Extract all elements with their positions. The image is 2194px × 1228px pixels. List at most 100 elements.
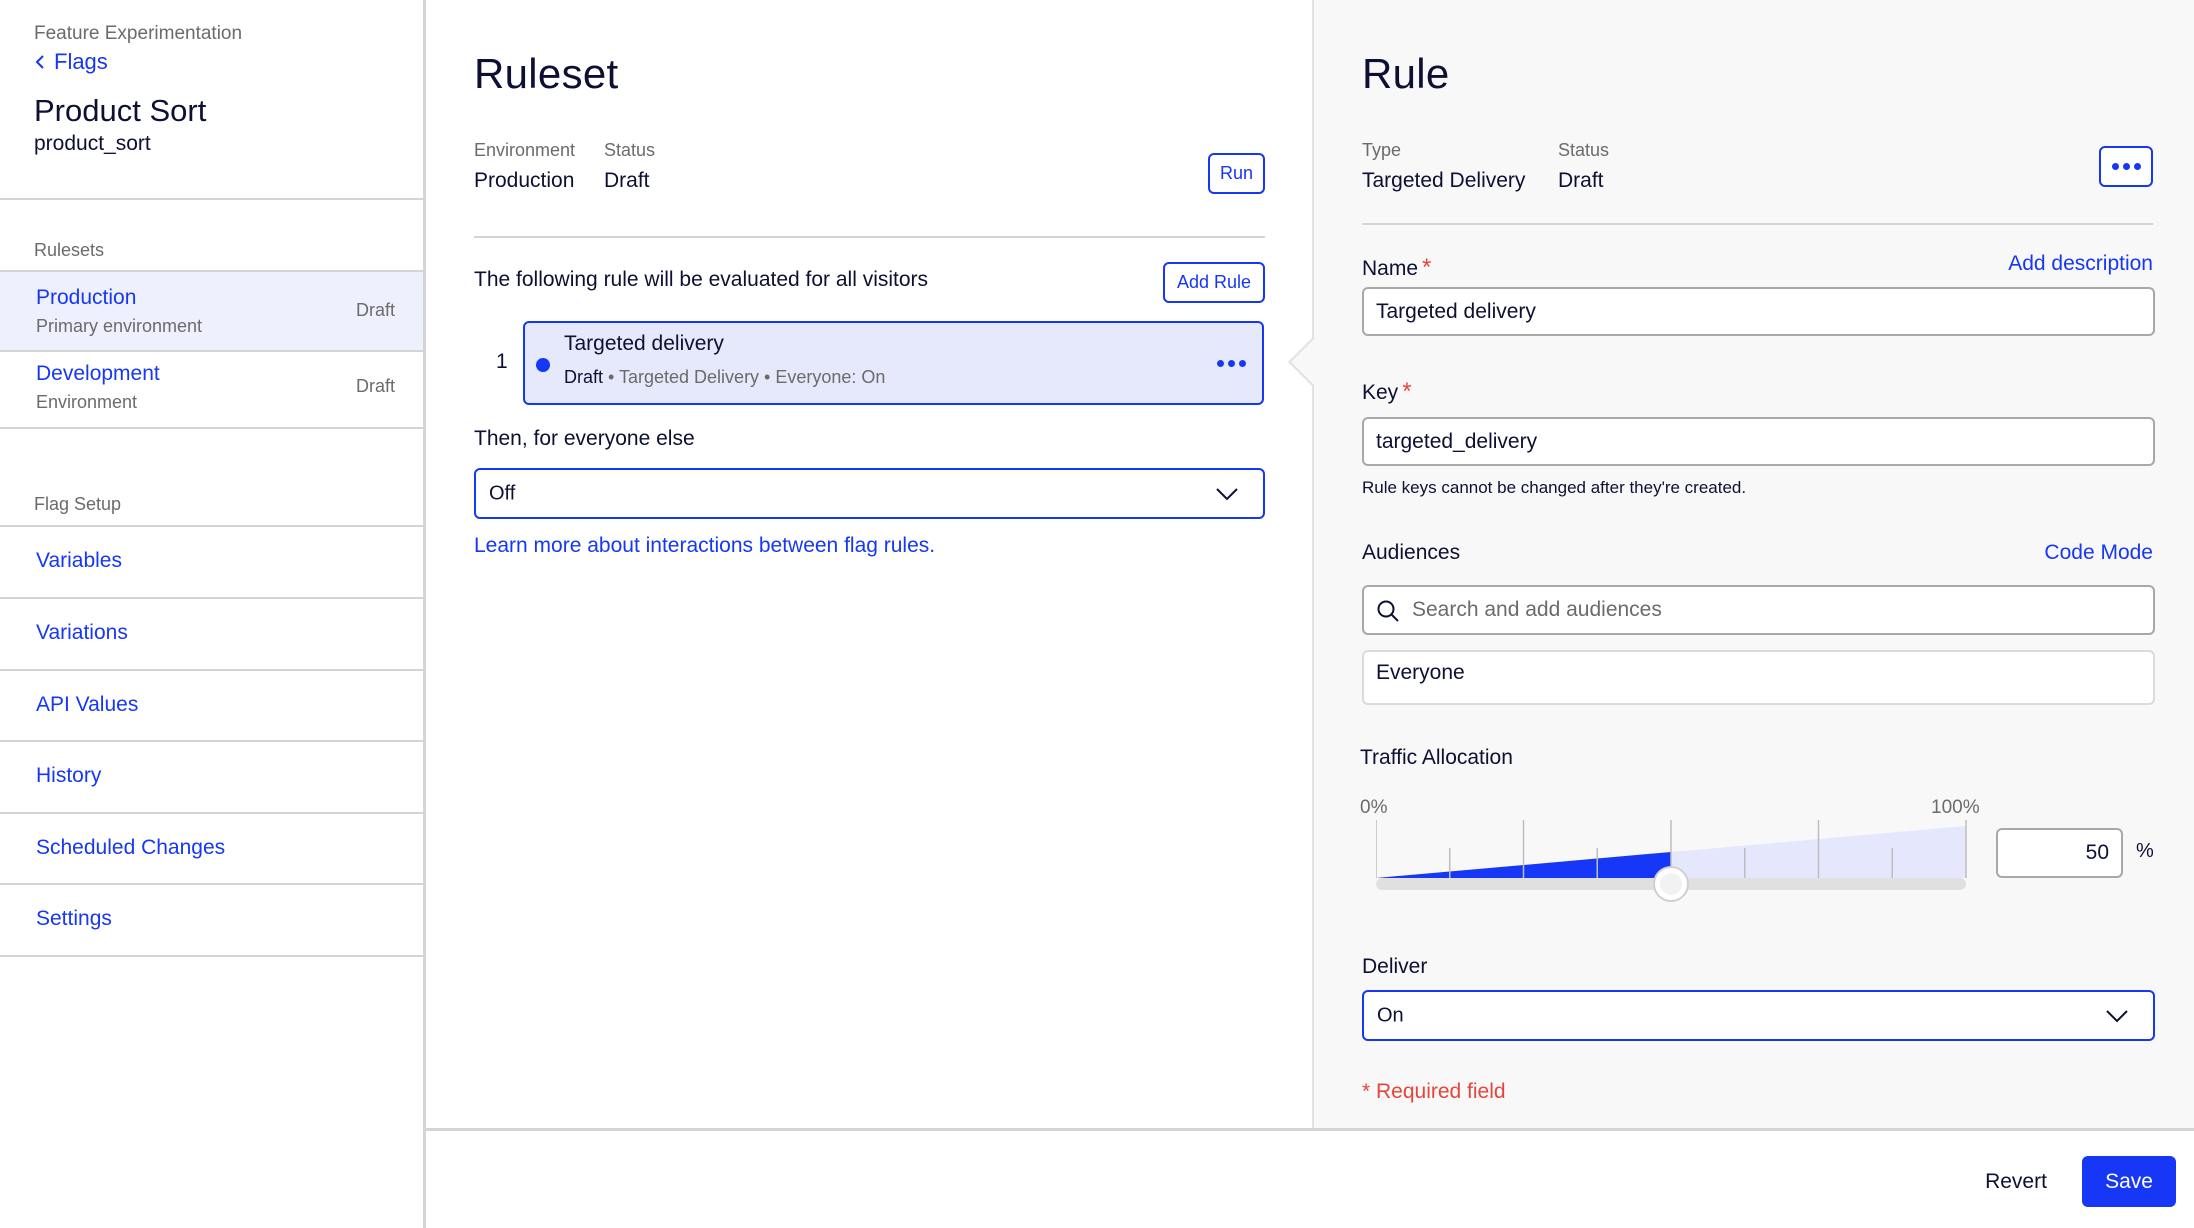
rule-index: 1 bbox=[496, 350, 508, 373]
type-label: Type bbox=[1362, 140, 1402, 160]
revert-button[interactable]: Revert bbox=[1966, 1157, 2066, 1207]
nav-label: Scheduled Changes bbox=[36, 836, 226, 859]
select-value: On bbox=[1377, 1004, 1404, 1026]
divider bbox=[474, 236, 1265, 238]
key-input[interactable] bbox=[1362, 417, 2155, 466]
sidebar-item-scheduled-changes[interactable]: Scheduled Changes bbox=[0, 814, 423, 884]
rule-more-button[interactable] bbox=[2099, 146, 2153, 187]
env-name: Production bbox=[36, 286, 137, 309]
ruleset-item-production[interactable]: Production Primary environment Draft bbox=[0, 272, 423, 350]
flag-title: Product Sort bbox=[34, 93, 207, 128]
add-rule-button[interactable]: Add Rule bbox=[1163, 262, 1265, 303]
sidebar: Feature Experimentation Flags Product So… bbox=[0, 0, 426, 1228]
rule-more-button[interactable] bbox=[1214, 351, 1248, 375]
rule-details: • Targeted Delivery • Everyone: On bbox=[603, 367, 886, 387]
learn-more-link[interactable]: Learn more about interactions between fl… bbox=[474, 534, 935, 558]
divider bbox=[1362, 223, 2153, 225]
flag-key: product_sort bbox=[34, 132, 151, 155]
traffic-max-label: 100% bbox=[1931, 797, 1980, 818]
more-dot-icon bbox=[1227, 359, 1235, 367]
product-name: Feature Experimentation bbox=[34, 23, 243, 44]
chevron-down-icon bbox=[2106, 1009, 2128, 1022]
traffic-slider[interactable] bbox=[1375, 820, 1976, 920]
sidebar-item-history[interactable]: History bbox=[0, 742, 423, 812]
nav-label: API Values bbox=[36, 693, 139, 716]
audience-item: Everyone bbox=[1376, 661, 1465, 684]
rule-name: Targeted delivery bbox=[564, 332, 724, 355]
chevron-down-icon bbox=[1216, 487, 1238, 500]
save-button[interactable]: Save bbox=[2082, 1156, 2176, 1207]
environment-label: Environment bbox=[474, 140, 576, 160]
sidebar-item-settings[interactable]: Settings bbox=[0, 885, 423, 955]
footer-bar: Revert Save bbox=[426, 1128, 2194, 1228]
everyone-else-select[interactable]: Off bbox=[474, 468, 1265, 519]
nav-label: Settings bbox=[36, 907, 112, 930]
status-label: Status bbox=[1558, 140, 1610, 160]
rule-card[interactable]: Targeted delivery Draft • Targeted Deliv… bbox=[523, 321, 1264, 405]
sidebar-item-api-values[interactable]: API Values bbox=[0, 671, 423, 741]
back-label: Flags bbox=[54, 49, 108, 74]
ruleset-title: Ruleset bbox=[474, 50, 619, 97]
traffic-min-label: 0% bbox=[1360, 797, 1388, 818]
audience-list: Everyone bbox=[1362, 650, 2155, 705]
back-to-flags-link[interactable]: Flags bbox=[34, 49, 108, 75]
sidebar-item-variables[interactable]: Variables bbox=[0, 527, 423, 597]
divider bbox=[0, 955, 423, 957]
deliver-label: Deliver bbox=[1362, 955, 1428, 978]
chevron-left-icon bbox=[35, 55, 44, 69]
rulesets-heading: Rulesets bbox=[34, 240, 105, 260]
status-value: Draft bbox=[1558, 169, 1604, 192]
add-description-link[interactable]: Add description bbox=[2008, 252, 2153, 276]
select-value: Off bbox=[489, 482, 516, 504]
env-subtitle: Environment bbox=[36, 392, 138, 412]
env-status: Draft bbox=[355, 376, 395, 396]
name-input[interactable] bbox=[1362, 287, 2155, 336]
more-dot-icon bbox=[2133, 163, 2141, 170]
status-label: Status bbox=[604, 140, 656, 160]
nav-label: Variables bbox=[36, 549, 122, 572]
rule-status: Draft bbox=[564, 367, 604, 387]
panel-pointer bbox=[1288, 336, 1315, 388]
traffic-slider-graphic bbox=[1375, 820, 1967, 902]
key-helper-text: Rule keys cannot be changed after they'r… bbox=[1362, 478, 1747, 497]
nav-label: History bbox=[36, 764, 102, 787]
more-dot-icon bbox=[2122, 163, 2130, 170]
flag-setup-heading: Flag Setup bbox=[34, 494, 122, 514]
type-value: Targeted Delivery bbox=[1362, 169, 1526, 192]
required-field-note: * Required field bbox=[1362, 1080, 1506, 1103]
audience-search-input[interactable] bbox=[1412, 587, 2142, 633]
sidebar-item-variations[interactable]: Variations bbox=[0, 599, 423, 669]
run-button[interactable]: Run bbox=[1208, 153, 1265, 194]
required-asterisk: * bbox=[1422, 254, 1432, 281]
required-asterisk: * bbox=[1402, 378, 1412, 405]
slider-thumb-center bbox=[1660, 873, 1682, 895]
rule-intro-text: The following rule will be evaluated for… bbox=[474, 268, 929, 291]
code-mode-link[interactable]: Code Mode bbox=[2044, 541, 2153, 565]
key-label-text: Key bbox=[1362, 381, 1399, 404]
rule-status-dot bbox=[536, 358, 550, 372]
name-label-text: Name bbox=[1362, 257, 1419, 280]
name-label: Name * bbox=[1362, 254, 1431, 282]
rule-panel: Rule Type Targeted Delivery Status Draft… bbox=[1288, 0, 2194, 1129]
more-dot-icon bbox=[1238, 359, 1246, 367]
environment-value: Production bbox=[474, 169, 575, 192]
ruleset-item-development[interactable]: Development Environment Draft bbox=[0, 352, 423, 430]
more-dot-icon bbox=[1216, 359, 1224, 367]
deliver-select[interactable]: On bbox=[1362, 990, 2155, 1041]
env-status: Draft bbox=[355, 300, 395, 320]
traffic-percent-input[interactable] bbox=[1996, 828, 2123, 878]
key-label: Key * bbox=[1362, 378, 1412, 406]
more-dot-icon bbox=[2111, 163, 2119, 170]
env-subtitle: Primary environment bbox=[36, 316, 203, 336]
traffic-allocation-label: Traffic Allocation bbox=[1360, 746, 1513, 769]
else-label: Then, for everyone else bbox=[474, 427, 695, 450]
search-icon bbox=[1377, 600, 1399, 622]
ruleset-panel: Ruleset Environment Production Status Dr… bbox=[426, 0, 1312, 1129]
audience-search[interactable] bbox=[1362, 585, 2155, 635]
rule-meta: Draft • Targeted Delivery • Everyone: On bbox=[564, 367, 885, 388]
env-name: Development bbox=[36, 362, 160, 385]
status-value: Draft bbox=[604, 169, 650, 192]
divider bbox=[0, 198, 423, 200]
nav-label: Variations bbox=[36, 621, 128, 644]
audiences-label: Audiences bbox=[1362, 541, 1461, 564]
